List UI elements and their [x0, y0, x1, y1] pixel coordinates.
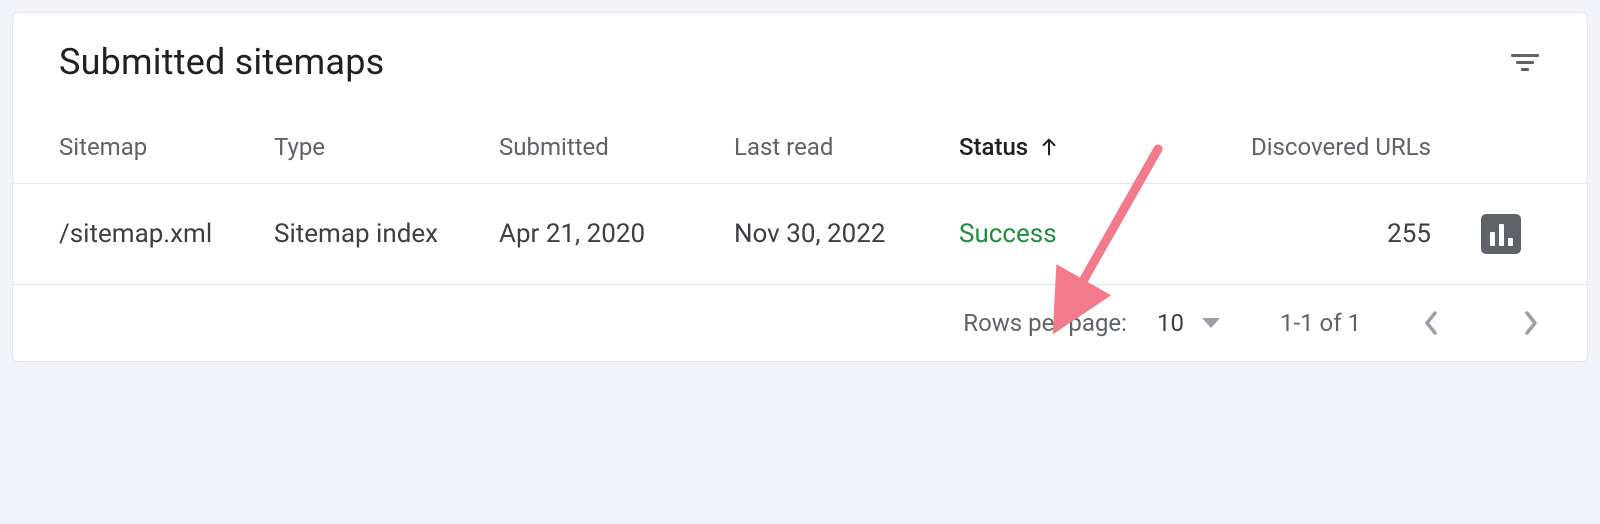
rows-per-page: Rows per page: 10 — [963, 309, 1220, 337]
cell-discovered-urls: 255 — [1209, 219, 1461, 249]
cell-submitted: Apr 21, 2020 — [499, 219, 734, 249]
pagination-bar: Rows per page: 10 1-1 of 1 — [13, 285, 1587, 361]
page-range: 1-1 of 1 — [1280, 309, 1361, 337]
rows-per-page-value: 10 — [1157, 309, 1184, 337]
column-type[interactable]: Type — [274, 133, 499, 161]
column-sitemap[interactable]: Sitemap — [59, 133, 274, 161]
sort-ascending-icon — [1038, 136, 1060, 158]
rows-per-page-label: Rows per page: — [963, 309, 1127, 337]
dropdown-triangle-icon — [1202, 318, 1220, 328]
next-page-button[interactable] — [1521, 313, 1541, 333]
card-header: Submitted sitemaps — [13, 13, 1587, 111]
cell-status: Success — [959, 219, 1209, 249]
column-last-read[interactable]: Last read — [734, 133, 959, 161]
page-nav — [1421, 313, 1541, 333]
cell-type: Sitemap index — [274, 219, 499, 249]
column-discovered-urls[interactable]: Discovered URLs — [1209, 133, 1461, 161]
cell-last-read: Nov 30, 2022 — [734, 219, 959, 249]
card-title: Submitted sitemaps — [59, 41, 384, 83]
table-header-row: Sitemap Type Submitted Last read Status … — [13, 111, 1587, 184]
column-submitted[interactable]: Submitted — [499, 133, 734, 161]
bar-chart-icon[interactable] — [1481, 214, 1521, 254]
filter-icon[interactable] — [1509, 46, 1541, 78]
prev-page-button[interactable] — [1421, 313, 1441, 333]
column-status[interactable]: Status — [959, 133, 1209, 161]
table-row[interactable]: /sitemap.xml Sitemap index Apr 21, 2020 … — [13, 184, 1587, 285]
column-status-label: Status — [959, 133, 1028, 161]
rows-per-page-select[interactable]: 10 — [1157, 309, 1220, 337]
sitemaps-card: Submitted sitemaps Sitemap Type Submitte… — [12, 12, 1588, 362]
cell-sitemap: /sitemap.xml — [59, 219, 274, 249]
